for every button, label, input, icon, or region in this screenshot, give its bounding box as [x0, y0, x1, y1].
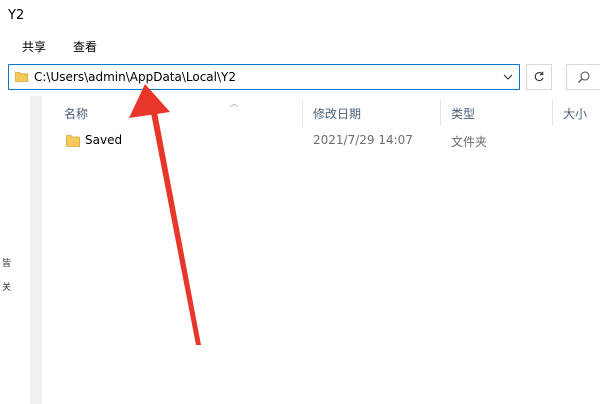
nav-pane-label: 皆 — [2, 259, 12, 269]
navigation-pane: 皆 关 — [0, 96, 14, 404]
pane-scrollbar[interactable] — [30, 96, 42, 404]
folder-icon — [15, 72, 28, 82]
tab-view[interactable]: 查看 — [73, 38, 97, 55]
folder-icon — [66, 135, 80, 147]
nav-pane-label: 关 — [2, 283, 12, 293]
address-path: C:\Users\admin\AppData\Local\Y2 — [34, 70, 237, 84]
window-title: Y2 — [8, 8, 25, 23]
navigation-row: C:\Users\admin\AppData\Local\Y2 — [0, 60, 600, 96]
column-header-name[interactable]: 名称 — [64, 105, 88, 122]
file-date-modified: 2021/7/29 14:07 — [313, 133, 413, 147]
address-dropdown-button[interactable] — [497, 65, 519, 89]
chevron-down-icon — [503, 74, 513, 80]
column-header-date[interactable]: 修改日期 — [313, 105, 361, 122]
column-divider[interactable] — [302, 100, 303, 126]
sort-up-icon: ︿ — [230, 99, 238, 108]
column-header-type[interactable]: 类型 — [451, 105, 475, 122]
column-divider[interactable] — [440, 100, 441, 126]
address-bar[interactable]: C:\Users\admin\AppData\Local\Y2 — [8, 64, 520, 90]
ribbon-tabs: 共享 查看 — [0, 30, 600, 58]
file-type: 文件夹 — [451, 135, 488, 149]
tab-share[interactable]: 共享 — [22, 38, 46, 55]
column-headers: 名称 ︿ 修改日期 类型 大小 — [42, 99, 600, 126]
refresh-icon — [534, 71, 544, 82]
file-row[interactable]: Saved 2021/7/29 14:07 文件夹 — [60, 130, 500, 152]
file-name: Saved — [85, 133, 123, 147]
refresh-button[interactable] — [526, 64, 552, 90]
column-divider[interactable] — [552, 100, 553, 126]
column-header-size[interactable]: 大小 — [563, 105, 587, 122]
search-icon — [578, 71, 590, 83]
search-box[interactable] — [566, 64, 600, 90]
